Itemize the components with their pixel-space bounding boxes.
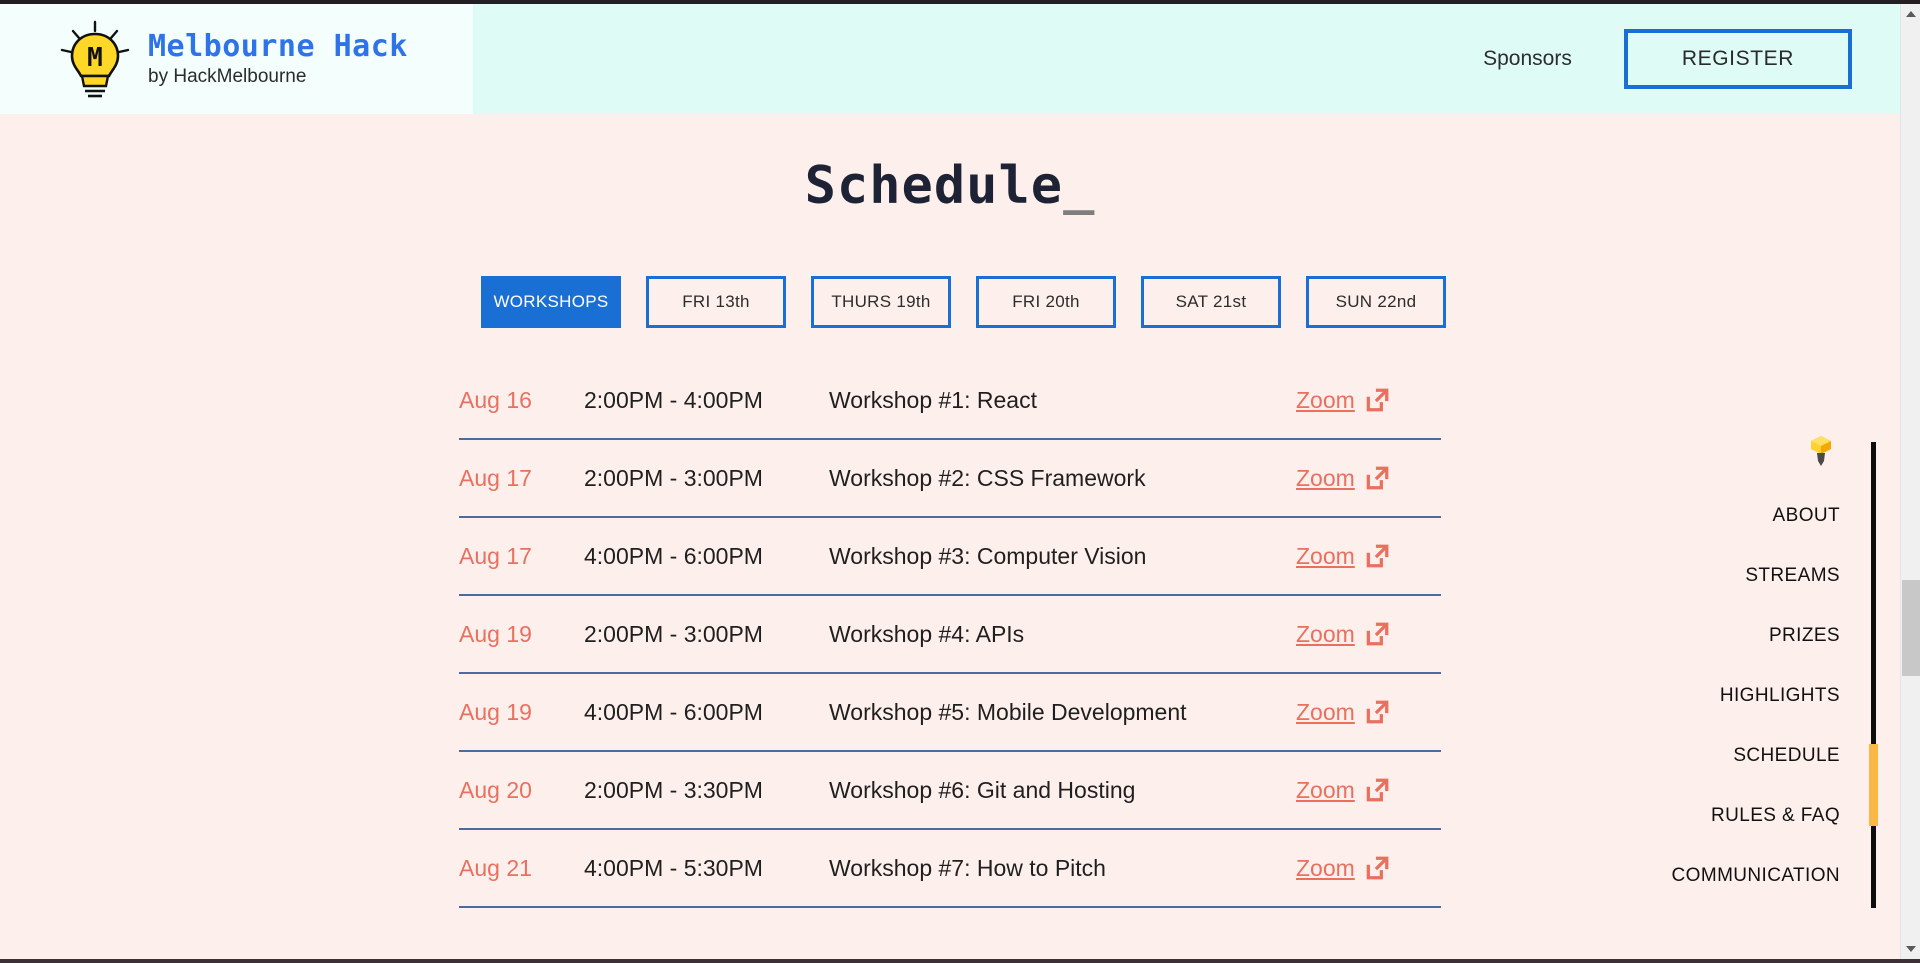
row-time: 2:00PM - 3:00PM xyxy=(584,620,763,647)
table-row: Aug 17 2:00PM - 3:00PM Workshop #2: CSS … xyxy=(459,440,1441,518)
zoom-link[interactable]: Zoom xyxy=(1296,621,1355,648)
zoom-link[interactable]: Zoom xyxy=(1296,777,1355,804)
web-page: M Melbourne Hack by HackMelbourne Sponso… xyxy=(0,4,1900,959)
sidebar-item-highlights[interactable]: HIGHLIGHTS xyxy=(1720,666,1876,726)
row-title: Workshop #5: Mobile Development xyxy=(829,698,1187,725)
external-link-icon[interactable] xyxy=(1364,855,1390,881)
tab-sat-21st[interactable]: SAT 21st xyxy=(1141,276,1281,328)
external-link-icon[interactable] xyxy=(1364,465,1390,491)
row-time: 2:00PM - 3:30PM xyxy=(584,776,763,803)
sidebar-item-rules-faq[interactable]: RULES & FAQ xyxy=(1711,786,1876,846)
sidebar-item-schedule[interactable]: SCHEDULE xyxy=(1733,726,1876,786)
scroll-up-arrow-icon[interactable] xyxy=(1901,4,1920,24)
zoom-link[interactable]: Zoom xyxy=(1296,543,1355,570)
zoom-link[interactable]: Zoom xyxy=(1296,855,1355,882)
sidebar-item-about[interactable]: ABOUT xyxy=(1773,486,1876,546)
sidebar-item-communication[interactable]: COMMUNICATION xyxy=(1672,846,1876,906)
external-link-icon[interactable] xyxy=(1364,777,1390,803)
brand-text: Melbourne Hack by HackMelbourne xyxy=(148,30,408,88)
tab-thurs-19th[interactable]: THURS 19th xyxy=(811,276,951,328)
page-title-caret: _ xyxy=(1063,156,1096,216)
table-row: Aug 20 2:00PM - 3:30PM Workshop #6: Git … xyxy=(459,752,1441,830)
brand-title: Melbourne Hack xyxy=(148,29,408,65)
main-content: Schedule_ WORKSHOPS FRI 13th THURS 19th … xyxy=(0,156,1900,908)
lightbulb-marker-icon xyxy=(1811,436,1831,466)
side-nav-rail xyxy=(1871,442,1876,908)
row-link-cell: Zoom xyxy=(1296,465,1441,492)
schedule-day-tabs: WORKSHOPS FRI 13th THURS 19th FRI 20th S… xyxy=(0,276,1900,328)
register-button[interactable]: REGISTER xyxy=(1623,29,1852,89)
external-link-icon[interactable] xyxy=(1364,621,1390,647)
row-link-cell: Zoom xyxy=(1296,543,1441,570)
page-title: Schedule_ xyxy=(0,156,1900,216)
row-date: Aug 17 xyxy=(459,542,532,569)
zoom-link[interactable]: Zoom xyxy=(1296,699,1355,726)
row-title: Workshop #3: Computer Vision xyxy=(829,542,1147,569)
tab-fri-13th[interactable]: FRI 13th xyxy=(646,276,786,328)
tab-fri-20th[interactable]: FRI 20th xyxy=(976,276,1116,328)
table-row: Aug 19 4:00PM - 6:00PM Workshop #5: Mobi… xyxy=(459,674,1441,752)
row-date: Aug 19 xyxy=(459,620,532,647)
row-date: Aug 21 xyxy=(459,854,532,881)
schedule-table: Aug 16 2:00PM - 4:00PM Workshop #1: Reac… xyxy=(459,362,1441,908)
row-title: Workshop #6: Git and Hosting xyxy=(829,776,1136,803)
scroll-down-arrow-icon[interactable] xyxy=(1901,939,1920,959)
row-link-cell: Zoom xyxy=(1296,387,1441,414)
external-link-icon[interactable] xyxy=(1364,699,1390,725)
page-title-text: Schedule xyxy=(804,156,1064,216)
svg-text:M: M xyxy=(87,43,103,73)
vertical-scrollbar[interactable] xyxy=(1900,4,1920,959)
row-date: Aug 16 xyxy=(459,386,532,413)
table-row: Aug 16 2:00PM - 4:00PM Workshop #1: Reac… xyxy=(459,362,1441,440)
row-link-cell: Zoom xyxy=(1296,699,1441,726)
row-title: Workshop #7: How to Pitch xyxy=(829,854,1106,881)
row-time: 4:00PM - 6:00PM xyxy=(584,542,763,569)
row-time: 4:00PM - 6:00PM xyxy=(584,698,763,725)
window-top-chrome xyxy=(0,0,1920,4)
side-nav-active-marker xyxy=(1869,744,1878,826)
row-date: Aug 19 xyxy=(459,698,532,725)
tab-workshops[interactable]: WORKSHOPS xyxy=(481,276,621,328)
row-title: Workshop #2: CSS Framework xyxy=(829,464,1146,491)
sidebar-item-prizes[interactable]: PRIZES xyxy=(1769,606,1876,666)
table-row: Aug 21 4:00PM - 5:30PM Workshop #7: How … xyxy=(459,830,1441,908)
section-side-nav: ABOUT STREAMS PRIZES HIGHLIGHTS SCHEDULE… xyxy=(1626,434,1878,908)
external-link-icon[interactable] xyxy=(1364,543,1390,569)
header-nav: Sponsors REGISTER xyxy=(1483,4,1852,114)
table-row: Aug 17 4:00PM - 6:00PM Workshop #3: Comp… xyxy=(459,518,1441,596)
sidebar-item-streams[interactable]: STREAMS xyxy=(1745,546,1876,606)
external-link-icon[interactable] xyxy=(1364,387,1390,413)
site-header: M Melbourne Hack by HackMelbourne Sponso… xyxy=(0,4,1900,114)
row-time: 4:00PM - 5:30PM xyxy=(584,854,763,881)
zoom-link[interactable]: Zoom xyxy=(1296,387,1355,414)
brand-subtitle: by HackMelbourne xyxy=(148,66,307,88)
browser-viewport: M Melbourne Hack by HackMelbourne Sponso… xyxy=(0,0,1920,963)
row-title: Workshop #4: APIs xyxy=(829,620,1025,647)
scrollbar-thumb[interactable] xyxy=(1902,580,1920,676)
tab-sun-22nd[interactable]: SUN 22nd xyxy=(1306,276,1446,328)
table-row: Aug 19 2:00PM - 3:00PM Workshop #4: APIs… xyxy=(459,596,1441,674)
brand-logo-group[interactable]: M Melbourne Hack by HackMelbourne xyxy=(56,18,408,100)
row-date: Aug 20 xyxy=(459,776,532,803)
row-link-cell: Zoom xyxy=(1296,855,1441,882)
zoom-link[interactable]: Zoom xyxy=(1296,465,1355,492)
row-title: Workshop #1: React xyxy=(829,386,1037,413)
row-link-cell: Zoom xyxy=(1296,777,1441,804)
nav-link-sponsors[interactable]: Sponsors xyxy=(1483,47,1572,71)
lightbulb-m-icon: M xyxy=(60,20,130,98)
row-time: 2:00PM - 4:00PM xyxy=(584,386,763,413)
window-bottom-chrome xyxy=(0,959,1920,963)
row-time: 2:00PM - 3:00PM xyxy=(584,464,763,491)
row-date: Aug 17 xyxy=(459,464,532,491)
row-link-cell: Zoom xyxy=(1296,621,1441,648)
